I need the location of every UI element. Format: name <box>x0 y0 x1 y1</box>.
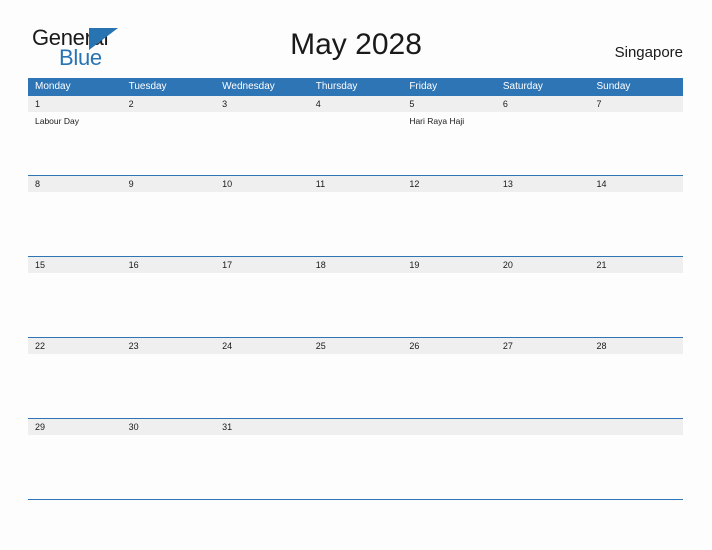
day-number-empty <box>309 419 403 435</box>
day-cell[interactable] <box>215 112 309 175</box>
week-event-band <box>28 354 683 418</box>
day-cell-empty <box>496 435 590 499</box>
week-date-band: 22 23 24 25 26 27 28 <box>28 338 683 354</box>
day-cell-empty <box>309 435 403 499</box>
day-number-empty <box>589 419 683 435</box>
day-cell[interactable] <box>122 273 216 337</box>
day-cell[interactable] <box>215 192 309 256</box>
weekday-header-sunday: Sunday <box>596 81 631 92</box>
day-number[interactable]: 26 <box>402 338 496 354</box>
day-cell[interactable] <box>309 192 403 256</box>
day-number[interactable]: 6 <box>496 96 590 112</box>
week-event-band <box>28 192 683 256</box>
day-cell[interactable]: Labour Day <box>28 112 122 175</box>
calendar-week-row: 1 2 3 4 5 6 7 Labour Day Hari Raya Haji <box>28 96 683 176</box>
weekday-header-monday: Monday <box>35 81 71 92</box>
day-cell[interactable] <box>402 192 496 256</box>
day-number[interactable]: 20 <box>496 257 590 273</box>
day-cell[interactable] <box>122 435 216 499</box>
day-cell[interactable] <box>402 354 496 418</box>
week-event-band <box>28 435 683 499</box>
day-cell[interactable] <box>215 435 309 499</box>
day-number[interactable]: 11 <box>309 176 403 192</box>
day-number[interactable]: 22 <box>28 338 122 354</box>
day-cell[interactable] <box>28 192 122 256</box>
day-number[interactable]: 10 <box>215 176 309 192</box>
day-cell[interactable] <box>402 273 496 337</box>
day-cell[interactable] <box>309 354 403 418</box>
day-number[interactable]: 4 <box>309 96 403 112</box>
day-cell[interactable] <box>122 192 216 256</box>
weekday-header-row: Monday Tuesday Wednesday Thursday Friday… <box>28 78 683 96</box>
day-number[interactable]: 9 <box>122 176 216 192</box>
day-number[interactable]: 18 <box>309 257 403 273</box>
day-number[interactable]: 28 <box>589 338 683 354</box>
day-number[interactable]: 16 <box>122 257 216 273</box>
page-header: General Blue May 2028 Singapore <box>0 0 712 78</box>
day-cell[interactable] <box>122 112 216 175</box>
day-number[interactable]: 19 <box>402 257 496 273</box>
day-number[interactable]: 1 <box>28 96 122 112</box>
day-cell[interactable] <box>589 192 683 256</box>
day-cell[interactable] <box>496 354 590 418</box>
day-number[interactable]: 8 <box>28 176 122 192</box>
week-date-band: 29 30 31 <box>28 419 683 435</box>
day-cell[interactable] <box>28 273 122 337</box>
day-cell[interactable] <box>589 112 683 175</box>
day-cell[interactable] <box>28 354 122 418</box>
day-number[interactable]: 15 <box>28 257 122 273</box>
week-event-band <box>28 273 683 337</box>
weekday-header-friday: Friday <box>409 81 438 92</box>
weekday-header-saturday: Saturday <box>502 81 543 92</box>
day-number[interactable]: 24 <box>215 338 309 354</box>
day-number[interactable]: 2 <box>122 96 216 112</box>
day-number[interactable]: 12 <box>402 176 496 192</box>
calendar-grid: Monday Tuesday Wednesday Thursday Friday… <box>28 78 683 500</box>
day-cell[interactable] <box>309 112 403 175</box>
day-cell[interactable] <box>496 112 590 175</box>
day-cell[interactable] <box>122 354 216 418</box>
page-title: May 2028 <box>290 28 422 61</box>
day-number[interactable]: 23 <box>122 338 216 354</box>
day-number[interactable]: 21 <box>589 257 683 273</box>
calendar-week-row: 15 16 17 18 19 20 21 <box>28 257 683 338</box>
day-number[interactable]: 5 <box>402 96 496 112</box>
weekday-header-thursday: Thursday <box>315 81 358 92</box>
day-cell[interactable] <box>589 273 683 337</box>
day-cell-empty <box>589 435 683 499</box>
day-cell[interactable] <box>589 354 683 418</box>
day-number[interactable]: 27 <box>496 338 590 354</box>
event-label: Labour Day <box>35 116 79 126</box>
day-number[interactable]: 7 <box>589 96 683 112</box>
week-date-band: 15 16 17 18 19 20 21 <box>28 257 683 273</box>
day-number[interactable]: 31 <box>215 419 309 435</box>
day-number[interactable]: 25 <box>309 338 403 354</box>
day-number[interactable]: 3 <box>215 96 309 112</box>
weekday-header-wednesday: Wednesday <box>222 81 275 92</box>
day-number[interactable]: 13 <box>496 176 590 192</box>
day-number[interactable]: 29 <box>28 419 122 435</box>
location-label: Singapore <box>614 44 683 61</box>
weekday-header-tuesday: Tuesday <box>128 81 167 92</box>
day-number[interactable]: 14 <box>589 176 683 192</box>
day-cell[interactable] <box>215 354 309 418</box>
day-number[interactable]: 17 <box>215 257 309 273</box>
calendar-week-row: 29 30 31 <box>28 419 683 500</box>
week-date-band: 1 2 3 4 5 6 7 <box>28 96 683 112</box>
day-cell[interactable] <box>496 273 590 337</box>
calendar-week-row: 8 9 10 11 12 13 14 <box>28 176 683 257</box>
week-event-band: Labour Day Hari Raya Haji <box>28 112 683 175</box>
day-number-empty <box>496 419 590 435</box>
day-cell[interactable] <box>309 273 403 337</box>
day-cell[interactable] <box>28 435 122 499</box>
day-cell[interactable] <box>215 273 309 337</box>
day-number-empty <box>402 419 496 435</box>
week-date-band: 8 9 10 11 12 13 14 <box>28 176 683 192</box>
day-cell[interactable]: Hari Raya Haji <box>402 112 496 175</box>
calendar-week-row: 22 23 24 25 26 27 28 <box>28 338 683 419</box>
day-cell[interactable] <box>496 192 590 256</box>
day-number[interactable]: 30 <box>122 419 216 435</box>
event-label: Hari Raya Haji <box>409 116 465 126</box>
day-cell-empty <box>402 435 496 499</box>
